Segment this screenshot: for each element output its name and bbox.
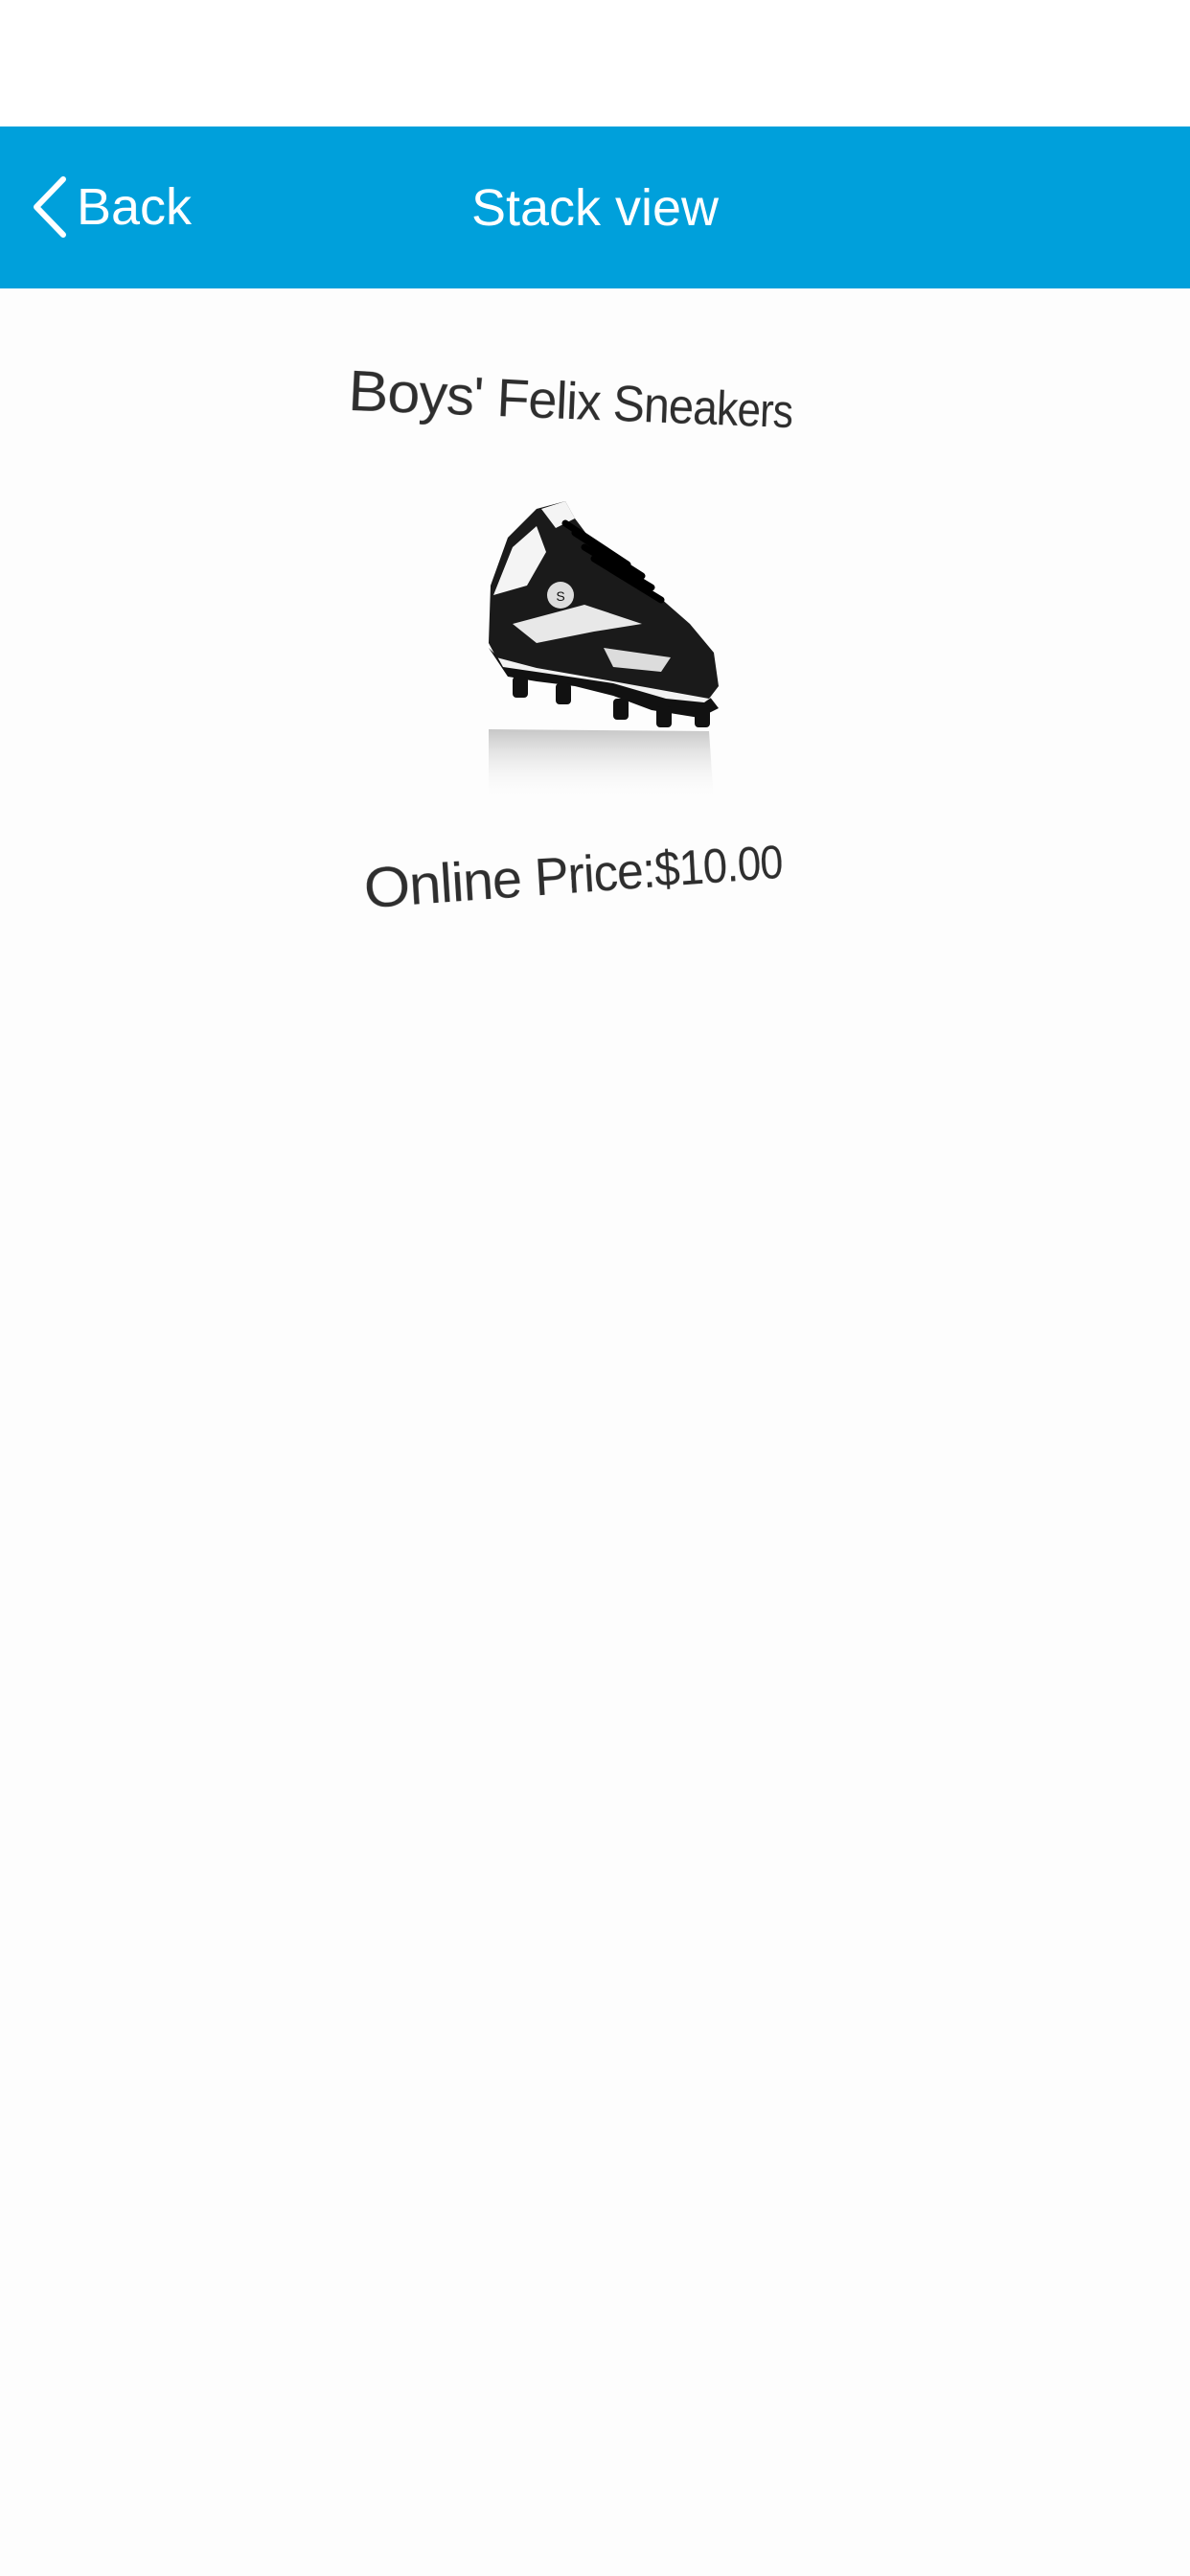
back-label: Back [77,178,193,236]
sneaker-image: S [489,501,719,801]
chevron-left-icon [34,176,66,238]
product-price: Online Price:$10.00 [361,836,784,921]
back-button[interactable]: Back [29,171,192,243]
status-bar [0,0,1190,126]
product-card[interactable]: Boys' Felix Sneakers S Online Price:$10.… [326,327,862,940]
product-name: Boys' Felix Sneakers [346,358,794,438]
svg-text:S: S [556,588,564,604]
stack-view-content: Boys' Felix Sneakers S Online Price:$10.… [0,288,1190,2576]
